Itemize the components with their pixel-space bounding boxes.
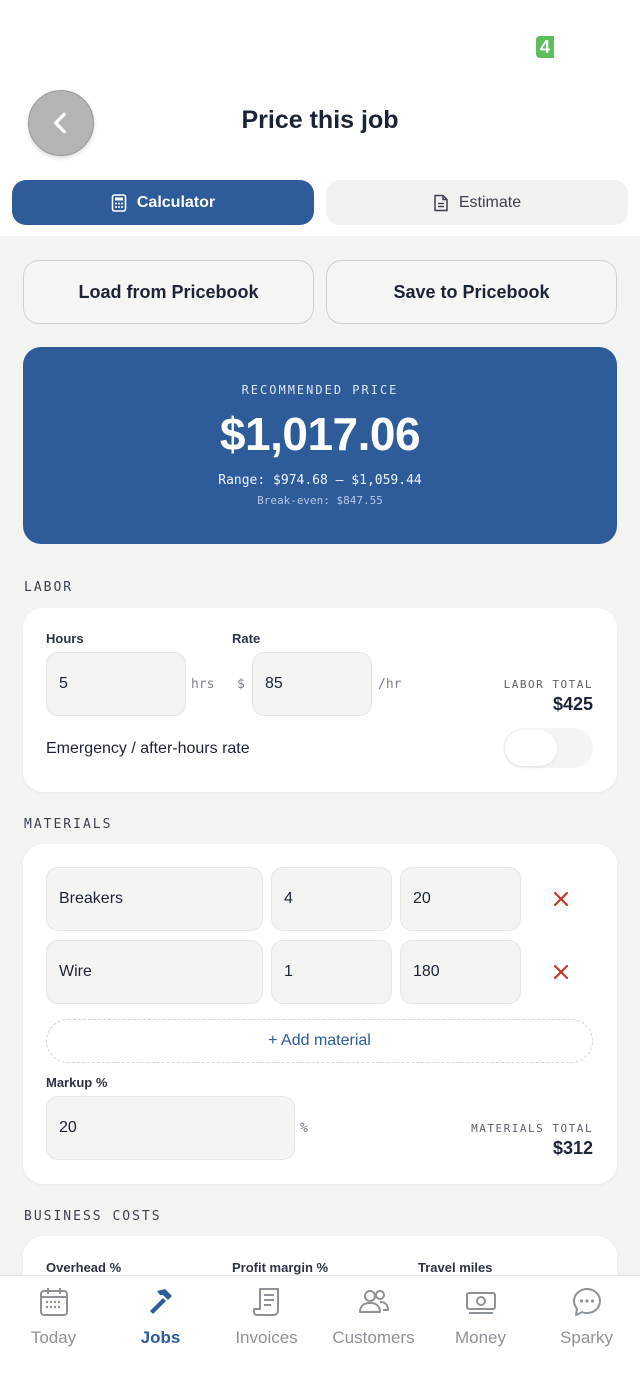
markup-unit: %	[300, 1121, 308, 1136]
close-icon	[553, 964, 569, 980]
material-qty-input[interactable]: 1	[271, 940, 392, 1004]
break-even: Break-even: $847.55	[257, 494, 383, 507]
price-range: Range: $974.68 – $1,059.44	[218, 473, 422, 488]
materials-card: Breakers 4 20 Wire 1 180 + Add material …	[23, 844, 617, 1184]
recommended-price-amount: $1,017.06	[219, 408, 421, 460]
recommended-price-card: RECOMMENDED PRICE $1,017.06 Range: $974.…	[23, 347, 617, 544]
markup-input[interactable]: 20	[46, 1096, 295, 1160]
receipt-icon	[253, 1288, 279, 1316]
nav-jobs-label: Jobs	[140, 1328, 181, 1347]
emergency-rate-toggle[interactable]	[503, 728, 593, 768]
nav-sparky-label: Sparky	[560, 1328, 613, 1347]
business-costs-section-label: BUSINESS COSTS	[24, 1209, 162, 1224]
bottom-nav: Today Jobs Invoices Customers Money Spar…	[0, 1275, 640, 1390]
rate-label: Rate	[232, 631, 261, 646]
hammer-icon	[150, 1289, 172, 1314]
nav-jobs[interactable]: Jobs	[107, 1276, 214, 1366]
material-qty-input[interactable]: 4	[271, 867, 392, 931]
nav-invoices[interactable]: Invoices	[213, 1276, 320, 1366]
rate-unit: /hr	[378, 677, 402, 692]
nav-today-label: Today	[30, 1328, 77, 1347]
toggle-knob	[505, 730, 557, 766]
rate-prefix: $	[237, 677, 245, 692]
material-name-input[interactable]: Breakers	[46, 867, 263, 931]
labor-section-label: LABOR	[24, 580, 74, 595]
nav-money-label: Money	[454, 1328, 507, 1347]
rate-input[interactable]: 85	[252, 652, 372, 716]
overhead-label: Overhead %	[46, 1260, 122, 1275]
tab-estimate[interactable]: Estimate	[326, 180, 628, 225]
nav-invoices-label: Invoices	[235, 1328, 298, 1347]
tab-calculator[interactable]: Calculator	[12, 180, 314, 225]
people-icon	[359, 1290, 389, 1313]
nav-customers-label: Customers	[332, 1328, 415, 1347]
cash-icon	[466, 1292, 496, 1314]
profit-margin-label: Profit margin %	[232, 1260, 329, 1275]
hours-unit: hrs	[191, 677, 215, 692]
add-material-button[interactable]: + Add material	[46, 1019, 593, 1063]
tab-estimate-label: Estimate	[458, 193, 522, 211]
nav-sparky[interactable]: Sparky	[533, 1276, 640, 1366]
labor-total-label: LABOR TOTAL	[503, 678, 593, 691]
page-title: Price this job	[241, 106, 399, 134]
labor-card: Hours 5 hrs Rate $ 85 /hr LABOR TOTAL $4…	[23, 608, 617, 792]
nav-customers[interactable]: Customers	[320, 1276, 427, 1366]
load-from-pricebook-button[interactable]: Load from Pricebook	[23, 260, 314, 324]
top-bar: 4 Price this job Calculator Estimate	[0, 0, 640, 236]
save-to-pricebook-button[interactable]: Save to Pricebook	[326, 260, 617, 324]
nav-money[interactable]: Money	[427, 1276, 534, 1366]
material-name-input[interactable]: Wire	[46, 940, 263, 1004]
recommended-price-label: RECOMMENDED PRICE	[241, 383, 399, 397]
hours-input[interactable]: 5	[46, 652, 186, 716]
material-price-input[interactable]: 20	[400, 867, 521, 931]
travel-miles-label: Travel miles	[418, 1260, 493, 1275]
document-icon	[434, 194, 448, 211]
calendar-icon	[40, 1288, 68, 1316]
markup-label: Markup %	[46, 1075, 108, 1090]
emergency-rate-label: Emergency / after-hours rate	[46, 740, 250, 757]
materials-section-label: MATERIALS	[24, 817, 113, 832]
materials-total-value: $312	[552, 1138, 593, 1158]
hours-label: Hours	[46, 631, 84, 646]
remove-material-button[interactable]	[551, 889, 571, 909]
remove-material-button[interactable]	[551, 962, 571, 982]
close-icon	[553, 891, 569, 907]
status-badge: 4	[536, 36, 554, 58]
materials-total-label: MATERIALS TOTAL	[471, 1122, 593, 1135]
material-price-input[interactable]: 180	[400, 940, 521, 1004]
nav-today[interactable]: Today	[0, 1276, 107, 1366]
labor-total-value: $425	[552, 694, 593, 714]
tab-calculator-label: Calculator	[136, 193, 216, 211]
chat-bubble-icon	[573, 1288, 601, 1316]
calculator-icon	[111, 193, 127, 212]
